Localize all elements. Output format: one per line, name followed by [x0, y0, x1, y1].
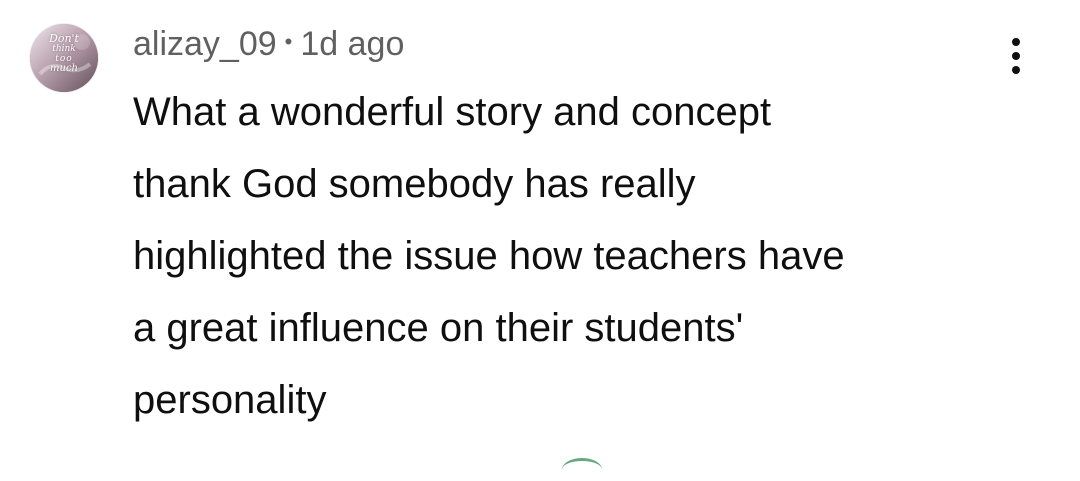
comment-text: What a wonderful story and concept thank… — [133, 76, 1033, 436]
comment-meta: alizay_09 • 1d ago — [133, 24, 404, 64]
author-name[interactable]: alizay_09 — [133, 25, 277, 64]
next-item-edge — [562, 458, 602, 481]
comment-line: a great influence on their students' — [133, 306, 744, 350]
avatar[interactable]: Don't think too much — [30, 24, 98, 92]
comment-line: thank God somebody has really — [133, 162, 696, 206]
avatar-text-2: think — [52, 44, 76, 54]
avatar-text-1: Don't — [49, 32, 79, 45]
comment-line: highlighted the issue how teachers have — [133, 234, 845, 278]
avatar-text-4: much — [50, 63, 78, 74]
avatar-lettering: Don't think too much — [38, 32, 90, 74]
comment-item: Don't think too much alizay_09 • 1d ago … — [0, 0, 1080, 465]
more-vertical-icon — [1011, 36, 1021, 76]
comment-line: What a wonderful story and concept — [133, 90, 772, 134]
more-options-button[interactable] — [996, 30, 1036, 82]
comment-line: personality — [133, 378, 327, 422]
comment-timestamp[interactable]: 1d ago — [300, 25, 404, 64]
meta-separator: • — [284, 29, 293, 54]
